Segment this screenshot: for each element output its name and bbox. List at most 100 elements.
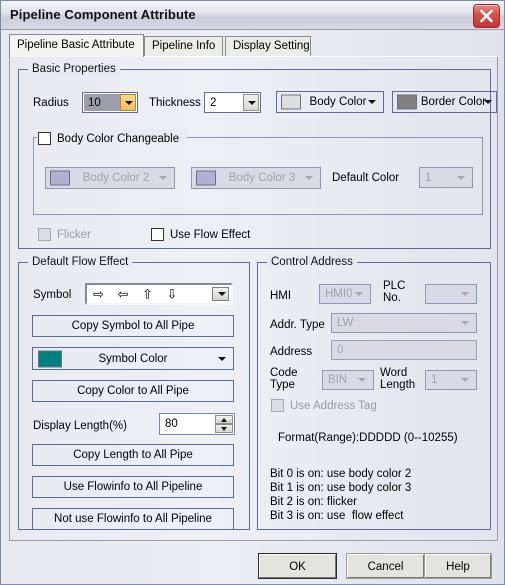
- address-value: 0: [337, 344, 344, 356]
- chevron-down-icon: [461, 292, 469, 296]
- body-color-2-label: Body Color 2: [82, 172, 150, 184]
- symbol-color-button[interactable]: Symbol Color: [32, 347, 234, 370]
- window-title: Pipeline Component Attribute: [10, 7, 196, 22]
- radius-dropdown-arrow[interactable]: [120, 94, 136, 111]
- default-flow-effect-group: Default Flow Effect Symbol ⇨ ⇦ ⇧ ⇩ Copy …: [18, 256, 250, 530]
- control-address-title: Control Address: [267, 256, 357, 268]
- addr-type-label: Addr. Type: [270, 319, 325, 331]
- thickness-dropdown-arrow[interactable]: [243, 94, 259, 111]
- word-length-combo: 1: [425, 370, 477, 390]
- border-color-label: Border Color: [420, 96, 487, 108]
- use-flow-effect-checkbox[interactable]: [151, 228, 164, 241]
- use-address-tag-label: Use Address Tag: [290, 400, 377, 412]
- chevron-down-icon: [358, 378, 366, 382]
- cancel-button[interactable]: Cancel: [346, 553, 425, 579]
- hmi-value: HMI0: [325, 288, 353, 300]
- tab-pipeline-info[interactable]: Pipeline Info: [144, 36, 223, 56]
- code-type-combo: BIN: [322, 370, 374, 390]
- chevron-down-icon: [248, 100, 256, 105]
- help-button[interactable]: Help: [424, 553, 492, 579]
- spinner-up-button[interactable]: [215, 415, 233, 424]
- display-length-spinner[interactable]: [215, 415, 233, 433]
- word-length-value: 1: [431, 374, 438, 386]
- radius-combo[interactable]: 10: [82, 92, 138, 113]
- symbol-color-label: Symbol Color: [98, 352, 168, 365]
- thickness-value: 2: [210, 96, 217, 109]
- body-color-changeable-label: Body Color Changeable: [57, 133, 180, 145]
- chevron-down-icon: [368, 100, 376, 104]
- close-icon[interactable]: [473, 4, 500, 28]
- radius-label: Radius: [33, 97, 69, 109]
- basic-properties-group: Basic Properties Radius 10 Thickness 2 B…: [18, 63, 497, 249]
- tab-label: Pipeline Info: [152, 40, 216, 52]
- default-color-label: Default Color: [332, 172, 400, 184]
- word-length-label: Word Length: [380, 367, 416, 391]
- tab-panel-pipeline-basic-attribute: Basic Properties Radius 10 Thickness 2 B…: [9, 56, 498, 541]
- chevron-down-icon: [221, 426, 227, 431]
- body-color-button[interactable]: Body Color: [276, 91, 384, 113]
- body-color-3-button: Body Color 3: [191, 167, 321, 189]
- tab-pipeline-basic-attribute[interactable]: Pipeline Basic Attribute: [9, 34, 144, 57]
- addr-type-value: LW: [337, 317, 354, 329]
- body-color-2-button: Body Color 2: [45, 167, 175, 189]
- format-range-text: Format(Range):DDDDD (0--10255): [278, 432, 458, 444]
- address-field: 0: [331, 340, 477, 360]
- chevron-down-icon: [159, 176, 167, 180]
- display-length-value: 80: [165, 418, 178, 430]
- pipeline-component-attribute-dialog: Pipeline Component Attribute Pipeline Ba…: [0, 0, 505, 585]
- chevron-down-icon: [355, 292, 363, 296]
- symbol-label: Symbol: [33, 289, 72, 301]
- spinner-down-button[interactable]: [215, 424, 233, 433]
- code-type-value: BIN: [328, 374, 348, 386]
- addr-type-combo: LW: [331, 313, 477, 333]
- display-length-field[interactable]: 80: [159, 413, 235, 435]
- chevron-down-icon: [218, 356, 226, 361]
- radius-value: 10: [88, 96, 101, 109]
- dialog-footer: OK Cancel Help: [1, 546, 504, 584]
- copy-color-to-all-pipe-button[interactable]: Copy Color to All Pipe: [32, 380, 234, 402]
- control-address-group: Control Address HMI HMI0 PLC No. Addr. Ty…: [257, 256, 491, 530]
- code-type-label: Code Type: [270, 367, 298, 391]
- symbol-combo[interactable]: ⇨ ⇦ ⇧ ⇩: [85, 283, 233, 305]
- chevron-down-icon: [457, 175, 465, 180]
- display-length-label: Display Length(%): [33, 420, 127, 432]
- copy-symbol-to-all-pipe-button[interactable]: Copy Symbol to All Pipe: [32, 315, 234, 337]
- chevron-down-icon: [305, 176, 313, 180]
- copy-length-to-all-pipe-button[interactable]: Copy Length to All Pipe: [32, 444, 234, 466]
- default-flow-effect-title: Default Flow Effect: [28, 256, 133, 268]
- chevron-down-icon: [461, 321, 469, 325]
- use-flow-effect-label: Use Flow Effect: [170, 229, 251, 241]
- chevron-down-icon: [125, 100, 133, 105]
- chevron-down-icon: [484, 100, 492, 104]
- title-bar: Pipeline Component Attribute: [1, 1, 504, 30]
- not-use-flowinfo-to-all-pipeline-button[interactable]: Not use Flowinfo to All Pipeline: [32, 508, 234, 530]
- flicker-label: Flicker: [57, 229, 91, 241]
- basic-properties-title: Basic Properties: [28, 63, 120, 75]
- ok-button[interactable]: OK: [258, 553, 337, 579]
- body-color-3-label: Body Color 3: [228, 172, 296, 184]
- use-address-tag-checkbox: [271, 399, 284, 412]
- bit-info-text: Bit 0 is on: use body color 2 Bit 1 is o…: [270, 468, 412, 522]
- body-color-changeable-checkbox[interactable]: [38, 132, 51, 145]
- tab-strip: Pipeline Basic Attribute Pipeline Info D…: [9, 34, 498, 57]
- thickness-combo[interactable]: 2: [204, 92, 261, 113]
- hmi-combo: HMI0: [319, 284, 371, 304]
- tab-label: Display Setting: [233, 40, 310, 52]
- flicker-checkbox: [38, 228, 51, 241]
- flow-arrow-symbols-icon: ⇨ ⇦ ⇧ ⇩: [93, 286, 183, 302]
- chevron-down-icon: [217, 292, 226, 296]
- thickness-label: Thickness: [149, 97, 201, 109]
- symbol-dropdown-arrow[interactable]: [212, 287, 229, 301]
- address-label: Address: [270, 346, 313, 358]
- chevron-up-icon: [221, 417, 227, 422]
- default-color-combo: 1: [419, 167, 473, 188]
- plc-no-label: PLC No.: [383, 280, 406, 304]
- close-x-glyph: [480, 9, 493, 23]
- tab-display-setting[interactable]: Display Setting: [225, 36, 311, 56]
- chevron-down-icon: [461, 378, 469, 382]
- use-flowinfo-to-all-pipeline-button[interactable]: Use Flowinfo to All Pipeline: [32, 476, 234, 498]
- hmi-label: HMI: [270, 290, 292, 302]
- border-color-button[interactable]: Border Color: [392, 91, 497, 113]
- tab-label: Pipeline Basic Attribute: [17, 39, 135, 51]
- plc-no-combo: [425, 284, 477, 304]
